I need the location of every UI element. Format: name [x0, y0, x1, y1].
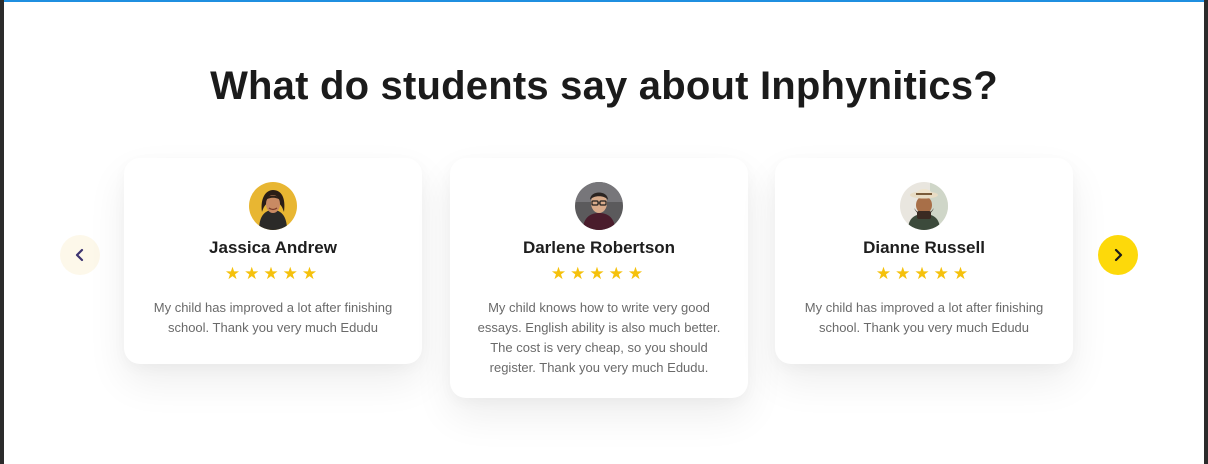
- star-icon: ★: [914, 264, 934, 284]
- avatar: [249, 182, 297, 230]
- star-rating: ★★★★★: [450, 264, 748, 284]
- reviewer-name: Jassica Andrew: [209, 238, 337, 257]
- star-icon: ★: [589, 264, 609, 284]
- star-rating: ★★★★★: [124, 264, 422, 284]
- star-icon: ★: [933, 264, 953, 284]
- review-text: My child has improved a lot after finish…: [804, 300, 1044, 335]
- section-title: What do students say about Inphynitics?: [210, 64, 998, 108]
- reviewer-name: Darlene Robertson: [522, 238, 676, 257]
- star-icon: ★: [895, 264, 915, 284]
- star-icon: ★: [608, 264, 628, 284]
- star-icon: ★: [570, 264, 590, 284]
- star-icon: ★: [301, 264, 322, 284]
- testimonial-card: Dianne Russell ★★★★★ My child has improv…: [775, 158, 1073, 364]
- star-icon: ★: [952, 264, 973, 284]
- avatar: [575, 182, 623, 230]
- testimonial-card: Darlene Robertson ★★★★★ My child knows h…: [450, 158, 748, 398]
- star-icon: ★: [244, 264, 264, 284]
- testimonials-section: What do students say about Inphynitics? …: [4, 0, 1204, 464]
- carousel-prev-button[interactable]: [60, 235, 100, 275]
- star-icon: ★: [263, 264, 283, 284]
- chevron-left-icon: [75, 248, 84, 262]
- star-icon: ★: [627, 264, 648, 284]
- carousel-next-button[interactable]: [1098, 235, 1138, 275]
- review-text: My child knows how to write very good es…: [477, 300, 721, 375]
- star-icon: ★: [224, 264, 245, 284]
- testimonial-card: Jassica Andrew ★★★★★ My child has improv…: [124, 158, 422, 364]
- reviewer-name: Dianne Russell: [863, 238, 985, 257]
- star-icon: ★: [550, 264, 571, 284]
- review-text: My child has improved a lot after finish…: [153, 300, 393, 335]
- avatar: [900, 182, 948, 230]
- star-icon: ★: [875, 264, 896, 284]
- star-rating: ★★★★★: [775, 264, 1073, 284]
- star-icon: ★: [282, 264, 302, 284]
- chevron-right-icon: [1114, 248, 1123, 262]
